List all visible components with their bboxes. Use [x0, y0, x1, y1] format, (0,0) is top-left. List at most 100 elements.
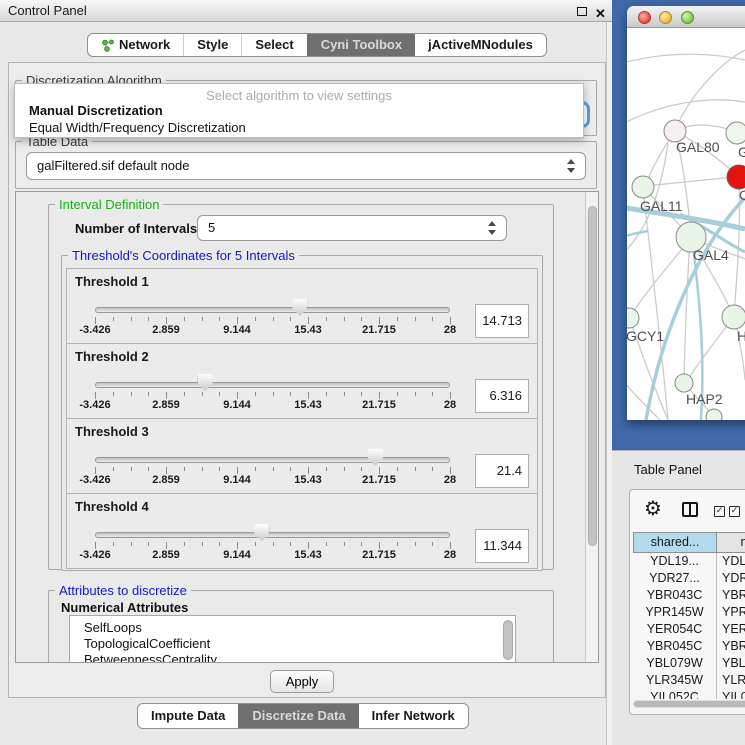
close-traffic-light[interactable] [638, 11, 651, 24]
slider-tick [255, 392, 256, 396]
cell-name[interactable]: YIL0 [717, 689, 745, 699]
threshold-value-field[interactable]: 6.316 [475, 379, 529, 413]
cell-shared-name[interactable]: YBR043C [633, 587, 717, 604]
cell-shared-name[interactable]: YDL19... [633, 553, 717, 570]
attribute-item-topologicalcoefficient[interactable]: TopologicalCoefficient [70, 636, 515, 652]
slider-tick [273, 542, 274, 546]
cell-name[interactable]: YBL0 [717, 655, 745, 672]
cell-shared-name[interactable]: YIL052C [633, 689, 717, 699]
numerical-attributes-list[interactable]: SelfLoopsTopologicalCoefficientBetweenne… [69, 615, 516, 663]
table-row[interactable]: YPR145WYPR1 [633, 604, 745, 621]
horizontal-scrollbar[interactable] [633, 700, 745, 708]
attribute-item-selfloops[interactable]: SelfLoops [70, 620, 515, 636]
vertical-scrollbar-thumb[interactable] [588, 206, 597, 546]
network-edge [684, 239, 690, 382]
table-row[interactable]: YBL079WYBL0 [633, 655, 745, 672]
columns-icon[interactable] [682, 502, 698, 517]
table-row[interactable]: YLR345WYLR3 [633, 672, 745, 689]
minimize-traffic-light[interactable] [659, 11, 672, 24]
network-node[interactable] [722, 305, 745, 329]
number-of-intervals-combobox[interactable]: 5 [197, 215, 507, 241]
combo-stepper-icon[interactable] [567, 159, 576, 173]
cyni-toolbox-panel: Discretization Algorithm Select algorith… [8, 62, 606, 698]
close-icon[interactable]: ✕ [595, 3, 606, 24]
table-row[interactable]: YBR045CYBR0 [633, 638, 745, 655]
slider-track[interactable] [95, 457, 450, 463]
cell-name[interactable]: YPR1 [717, 604, 745, 621]
slider-tick [255, 542, 256, 546]
table-row[interactable]: YDL19...YDL1 [633, 553, 745, 570]
tab-discretize-data[interactable]: Discretize Data [238, 704, 358, 728]
apply-button[interactable]: Apply [270, 670, 334, 693]
cell-name[interactable]: YDR2 [717, 570, 745, 587]
tab-select[interactable]: Select [241, 34, 306, 56]
threshold-value-field[interactable]: 21.4 [475, 454, 529, 488]
dropdown-option-manual[interactable]: Manual Discretization [15, 102, 583, 119]
slider-tick-label: 9.144 [207, 399, 267, 411]
network-node[interactable] [706, 409, 722, 420]
gear-icon[interactable]: ⚙ [644, 496, 662, 520]
cell-shared-name[interactable]: YBR045C [633, 638, 717, 655]
column-header-shared-name[interactable]: shared... [633, 532, 717, 553]
slider-tick [131, 392, 132, 396]
tab-cyni-toolbox[interactable]: Cyni Toolbox [307, 34, 415, 56]
slider-tick-label: -3.426 [65, 324, 125, 336]
cell-shared-name[interactable]: YLR345W [633, 672, 717, 689]
network-node[interactable] [627, 308, 639, 328]
list-scrollbar[interactable] [503, 620, 513, 660]
tab-style[interactable]: Style [183, 34, 241, 56]
table-row[interactable]: YER054CYER0 [633, 621, 745, 638]
combo-stepper-icon[interactable] [488, 221, 497, 235]
attribute-item-betweennesscentrality[interactable]: BetweennessCentrality [70, 652, 515, 663]
table-data-value: galFiltered.sif default node [37, 158, 189, 173]
cell-name[interactable]: YLR3 [717, 672, 745, 689]
float-window-icon[interactable] [577, 7, 587, 16]
tab-jactivemnodules[interactable]: jActiveMNodules [415, 34, 546, 56]
dropdown-option-equal-width[interactable]: Equal Width/Frequency Discretization [15, 119, 583, 136]
network-node[interactable] [675, 374, 693, 392]
slider-tick [361, 392, 362, 396]
vertical-scrollbar[interactable] [585, 192, 598, 662]
network-node[interactable] [632, 176, 654, 198]
slider-track[interactable] [95, 532, 450, 538]
slider-thumb[interactable] [198, 374, 213, 391]
cell-shared-name[interactable]: YER054C [633, 621, 717, 638]
slider-tick [397, 467, 398, 471]
table-row[interactable]: YIL052CYIL0 [633, 689, 745, 699]
checkbox-icon[interactable]: ✓ [714, 506, 725, 517]
network-edge [627, 100, 745, 130]
cell-shared-name[interactable]: YBL079W [633, 655, 717, 672]
checkbox-icon[interactable]: ✓ [729, 506, 740, 517]
cell-name[interactable]: YER0 [717, 621, 745, 638]
table-row[interactable]: YBR043CYBR0 [633, 587, 745, 604]
threshold-value-field[interactable]: 14.713 [475, 304, 529, 338]
network-node[interactable] [726, 122, 745, 144]
slider-track[interactable] [95, 382, 450, 388]
cell-shared-name[interactable]: YPR145W [633, 604, 717, 621]
cell-name[interactable]: YDL1 [717, 553, 745, 570]
slider-thumb[interactable] [292, 299, 307, 316]
threshold-value-field[interactable]: 11.344 [475, 529, 529, 563]
slider-thumb[interactable] [368, 449, 383, 466]
threshold-label: Threshold 4 [75, 499, 149, 514]
tab-impute-data[interactable]: Impute Data [138, 704, 238, 728]
network-canvas[interactable]: GAL80G.CGAL11GAL4GCY1HHAP2 [627, 28, 745, 420]
slider-tick [95, 392, 96, 399]
slider-tick [397, 542, 398, 546]
slider-tick-label: 21.715 [349, 324, 409, 336]
zoom-traffic-light[interactable] [681, 11, 694, 24]
tab-network[interactable]: Network [88, 34, 183, 56]
table-row[interactable]: YDR27...YDR2 [633, 570, 745, 587]
slider-tick-label: 15.43 [278, 549, 338, 561]
cell-name[interactable]: YBR0 [717, 587, 745, 604]
table-data-combobox[interactable]: galFiltered.sif default node [26, 152, 586, 180]
cell-name[interactable]: YBR0 [717, 638, 745, 655]
network-edge [644, 177, 737, 186]
mode-tabs: Impute DataDiscretize DataInfer Network [137, 703, 469, 729]
slider-track[interactable] [95, 307, 450, 313]
horizontal-scrollbar-thumb[interactable] [634, 701, 745, 707]
tab-infer-network[interactable]: Infer Network [359, 704, 468, 728]
column-header-name[interactable]: na [717, 532, 745, 553]
slider-thumb[interactable] [254, 524, 269, 541]
cell-shared-name[interactable]: YDR27... [633, 570, 717, 587]
